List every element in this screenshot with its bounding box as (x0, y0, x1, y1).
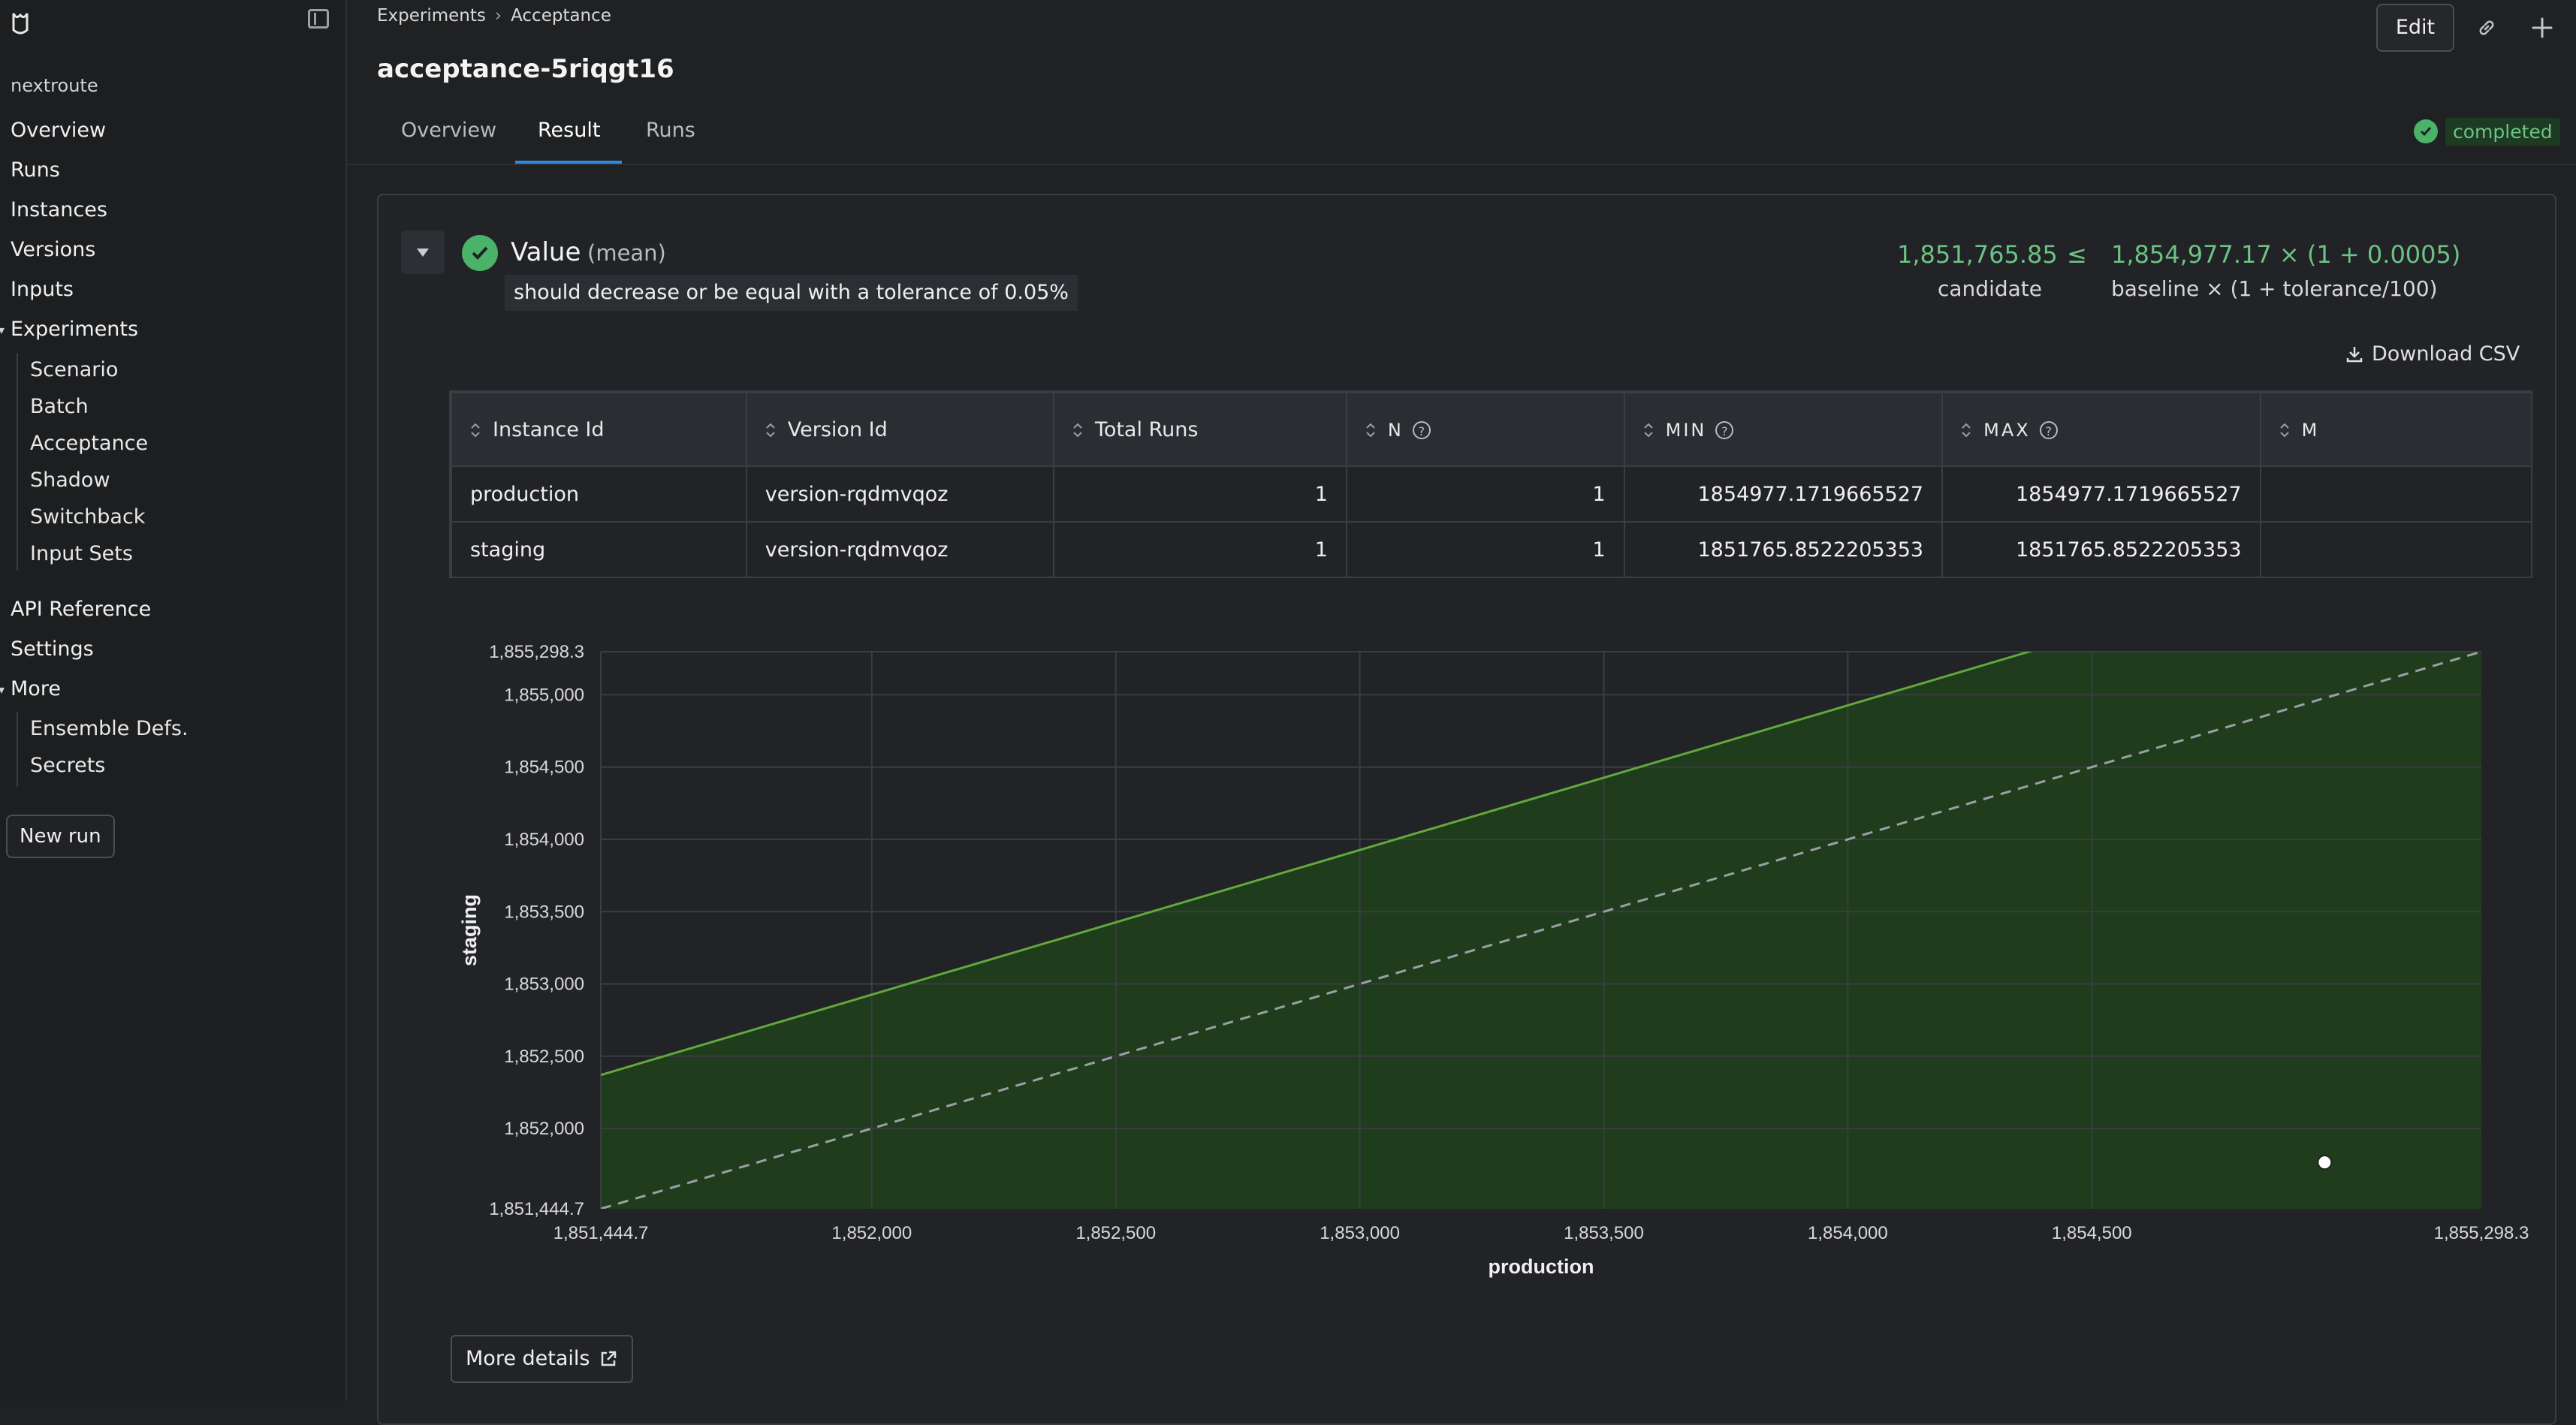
result-card (377, 194, 2556, 1425)
column-header-version-id[interactable]: Version Id (745, 392, 1054, 467)
sidebar-item-secrets[interactable]: Secrets (30, 754, 105, 777)
sidebar-item-overview[interactable]: Overview (11, 119, 106, 142)
metric-name: Value (511, 237, 581, 267)
external-link-icon (602, 1351, 617, 1366)
sidebar-item-switchback[interactable]: Switchback (30, 505, 145, 529)
sidebar-item-more[interactable]: More (11, 677, 61, 700)
sidebar-item-api-reference[interactable]: API Reference (11, 598, 151, 621)
sidebar-item-experiments[interactable]: Experiments (11, 318, 138, 341)
cell-total-runs: 1 (1052, 521, 1347, 578)
sidebar-item-batch[interactable]: Batch (30, 395, 89, 418)
submenu-rail (17, 712, 18, 787)
more-details-button[interactable]: More details (451, 1335, 634, 1383)
sort-icon (1962, 423, 1971, 438)
sort-icon (471, 423, 480, 438)
column-header-total-runs[interactable]: Total Runs (1052, 392, 1347, 467)
cell-version-id: version-rqdmvqoz (745, 521, 1054, 578)
candidate-label: candidate (1938, 276, 2042, 301)
breadcrumb: Experiments › Acceptance (377, 6, 611, 26)
chevron-right-icon: › (494, 6, 502, 26)
status-badge: completed (2414, 116, 2560, 147)
sidebar-item-shadow[interactable]: Shadow (30, 468, 110, 492)
baseline-value: 1,854,977.17 × (1 + 0.0005) (2111, 240, 2461, 269)
sidebar-item-versions[interactable]: Versions (11, 238, 95, 261)
column-header-max[interactable]: MAX? (1941, 392, 2261, 467)
cell-n: 1 (1345, 521, 1625, 578)
comparator-symbol: ≤ (2067, 240, 2087, 269)
cell-n: 1 (1345, 465, 1625, 523)
cell-version-id: version-rqdmvqoz (745, 465, 1054, 523)
breadcrumb-experiments[interactable]: Experiments (377, 6, 486, 26)
sort-icon (1643, 423, 1653, 438)
tab-overview[interactable]: Overview (401, 119, 496, 142)
table-row: staging version-rqdmvqoz 1 1 1851765.852… (451, 521, 2532, 578)
status-label: completed (2445, 117, 2560, 146)
sidebar: nextroute Overview Runs Instances Versio… (0, 0, 347, 1401)
cell-total-runs: 1 (1052, 465, 1347, 523)
download-icon (2346, 346, 2363, 362)
column-header-next[interactable]: M (2259, 392, 2532, 467)
table-row: production version-rqdmvqoz 1 1 1854977.… (451, 465, 2532, 523)
metric-aggregation: (mean) (587, 240, 666, 266)
sort-icon (1366, 423, 1375, 438)
cell-instance-id: production (451, 465, 747, 523)
download-csv-label: Download CSV (2372, 342, 2520, 366)
column-header-min[interactable]: MIN? (1623, 392, 1944, 467)
submenu-rail (17, 353, 18, 571)
help-icon[interactable]: ? (2039, 421, 2058, 439)
sidebar-item-ensemble-defs[interactable]: Ensemble Defs. (30, 717, 189, 740)
table-header-row: Instance Id Version Id Total Runs N? MIN… (451, 392, 2532, 467)
sidebar-item-runs[interactable]: Runs (11, 158, 60, 182)
org-name: nextroute (11, 75, 98, 96)
sort-icon (766, 423, 775, 438)
cell-max: 1854977.1719665527 (1941, 465, 2261, 523)
check-circle-icon (2414, 119, 2438, 143)
breadcrumb-acceptance[interactable]: Acceptance (511, 6, 611, 26)
plus-icon[interactable] (2531, 17, 2553, 39)
sidebar-item-input-sets[interactable]: Input Sets (30, 542, 133, 565)
app-logo-icon[interactable] (9, 11, 32, 36)
check-circle-icon (462, 235, 498, 271)
more-details-label: More details (466, 1347, 590, 1370)
sidebar-item-inputs[interactable]: Inputs (11, 278, 74, 301)
column-header-instance-id[interactable]: Instance Id (451, 392, 747, 467)
sidebar-collapse-icon[interactable] (308, 9, 329, 29)
sidebar-item-scenario[interactable]: Scenario (30, 358, 118, 381)
chevron-down-icon[interactable]: ▾ (0, 323, 5, 337)
candidate-value: 1,851,765.85 (1897, 240, 2058, 269)
tab-result[interactable]: Result (538, 119, 600, 142)
download-csv-button[interactable]: Download CSV (2345, 342, 2520, 366)
column-header-n[interactable]: N? (1345, 392, 1625, 467)
collapse-toggle-icon[interactable] (401, 230, 445, 274)
cell-instance-id: staging (451, 521, 747, 578)
chevron-down-icon[interactable]: ▾ (0, 682, 5, 697)
sidebar-item-instances[interactable]: Instances (11, 198, 107, 221)
results-table: Instance Id Version Id Total Runs N? MIN… (449, 390, 2532, 578)
sort-icon (1073, 423, 1082, 438)
baseline-label: baseline × (1 + tolerance/100) (2111, 276, 2438, 301)
cell-min: 1851765.8522205353 (1623, 521, 1944, 578)
edit-button[interactable]: Edit (2376, 4, 2454, 52)
sidebar-item-settings[interactable]: Settings (11, 637, 94, 661)
link-icon[interactable] (2475, 17, 2498, 39)
criterion-text: should decrease or be equal with a toler… (505, 275, 1078, 311)
sort-icon (2279, 423, 2289, 438)
cell-overflow (2259, 465, 2532, 523)
sidebar-item-acceptance[interactable]: Acceptance (30, 432, 148, 455)
page-title: acceptance-5riqgt16 (377, 54, 674, 84)
tab-bar-divider (347, 164, 2576, 165)
help-icon[interactable]: ? (1715, 421, 1734, 439)
help-icon[interactable]: ? (1412, 421, 1431, 439)
cell-overflow (2259, 521, 2532, 578)
cell-min: 1854977.1719665527 (1623, 465, 1944, 523)
new-run-button[interactable]: New run (6, 815, 115, 858)
cell-max: 1851765.8522205353 (1941, 521, 2261, 578)
tab-runs[interactable]: Runs (646, 119, 695, 142)
